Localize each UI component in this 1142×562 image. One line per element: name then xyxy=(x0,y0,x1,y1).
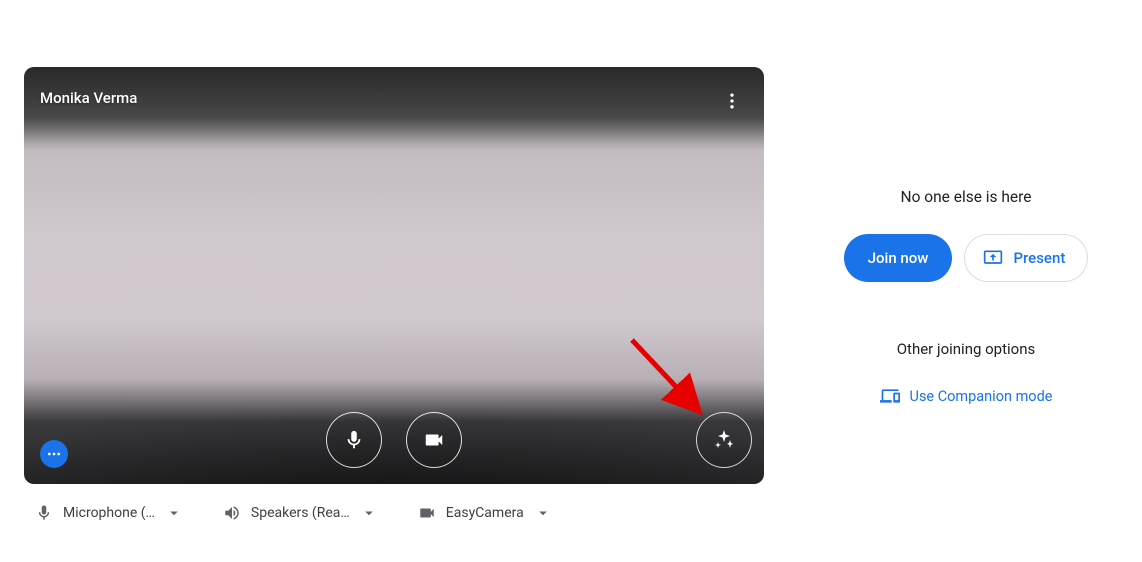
more-horiz-icon xyxy=(46,446,62,462)
meeting-status-text: No one else is here xyxy=(901,188,1032,206)
participant-name: Monika Verma xyxy=(40,89,137,107)
present-icon xyxy=(983,248,1003,268)
chevron-down-icon xyxy=(360,504,378,522)
devices-icon xyxy=(880,386,900,406)
microphone-selector[interactable]: Microphone (… xyxy=(35,504,183,522)
overflow-blue-button[interactable] xyxy=(40,440,68,468)
camera-selector[interactable]: EasyCamera xyxy=(418,504,552,522)
camera-toggle-button[interactable] xyxy=(406,412,462,468)
join-now-button[interactable]: Join now xyxy=(844,234,953,282)
device-selector-row: Microphone (… Speakers (Rea… EasyCamera xyxy=(24,504,790,522)
speaker-icon xyxy=(223,504,241,522)
visual-effects-button[interactable] xyxy=(696,412,752,468)
more-vert-icon xyxy=(722,91,742,111)
speaker-selector[interactable]: Speakers (Rea… xyxy=(223,504,378,522)
join-buttons-row: Join now Present xyxy=(844,234,1089,282)
red-arrow-annotation xyxy=(622,330,722,430)
microphone-icon xyxy=(343,429,365,451)
camera-label: EasyCamera xyxy=(446,505,524,521)
videocam-icon xyxy=(423,429,445,451)
sparkle-icon xyxy=(712,428,736,452)
present-button[interactable]: Present xyxy=(964,234,1088,282)
mic-toggle-button[interactable] xyxy=(326,412,382,468)
chevron-down-icon xyxy=(165,504,183,522)
companion-label: Use Companion mode xyxy=(910,388,1053,405)
microphone-label: Microphone (… xyxy=(63,505,155,521)
video-more-menu[interactable] xyxy=(712,81,752,121)
companion-mode-link[interactable]: Use Companion mode xyxy=(880,386,1053,406)
videocam-icon xyxy=(418,504,436,522)
microphone-icon xyxy=(35,504,53,522)
present-label: Present xyxy=(1013,249,1065,267)
video-preview: Monika Verma xyxy=(24,67,764,484)
chevron-down-icon xyxy=(534,504,552,522)
other-options-title: Other joining options xyxy=(897,340,1036,358)
av-control-bar xyxy=(326,412,462,468)
speaker-label: Speakers (Rea… xyxy=(251,505,350,521)
